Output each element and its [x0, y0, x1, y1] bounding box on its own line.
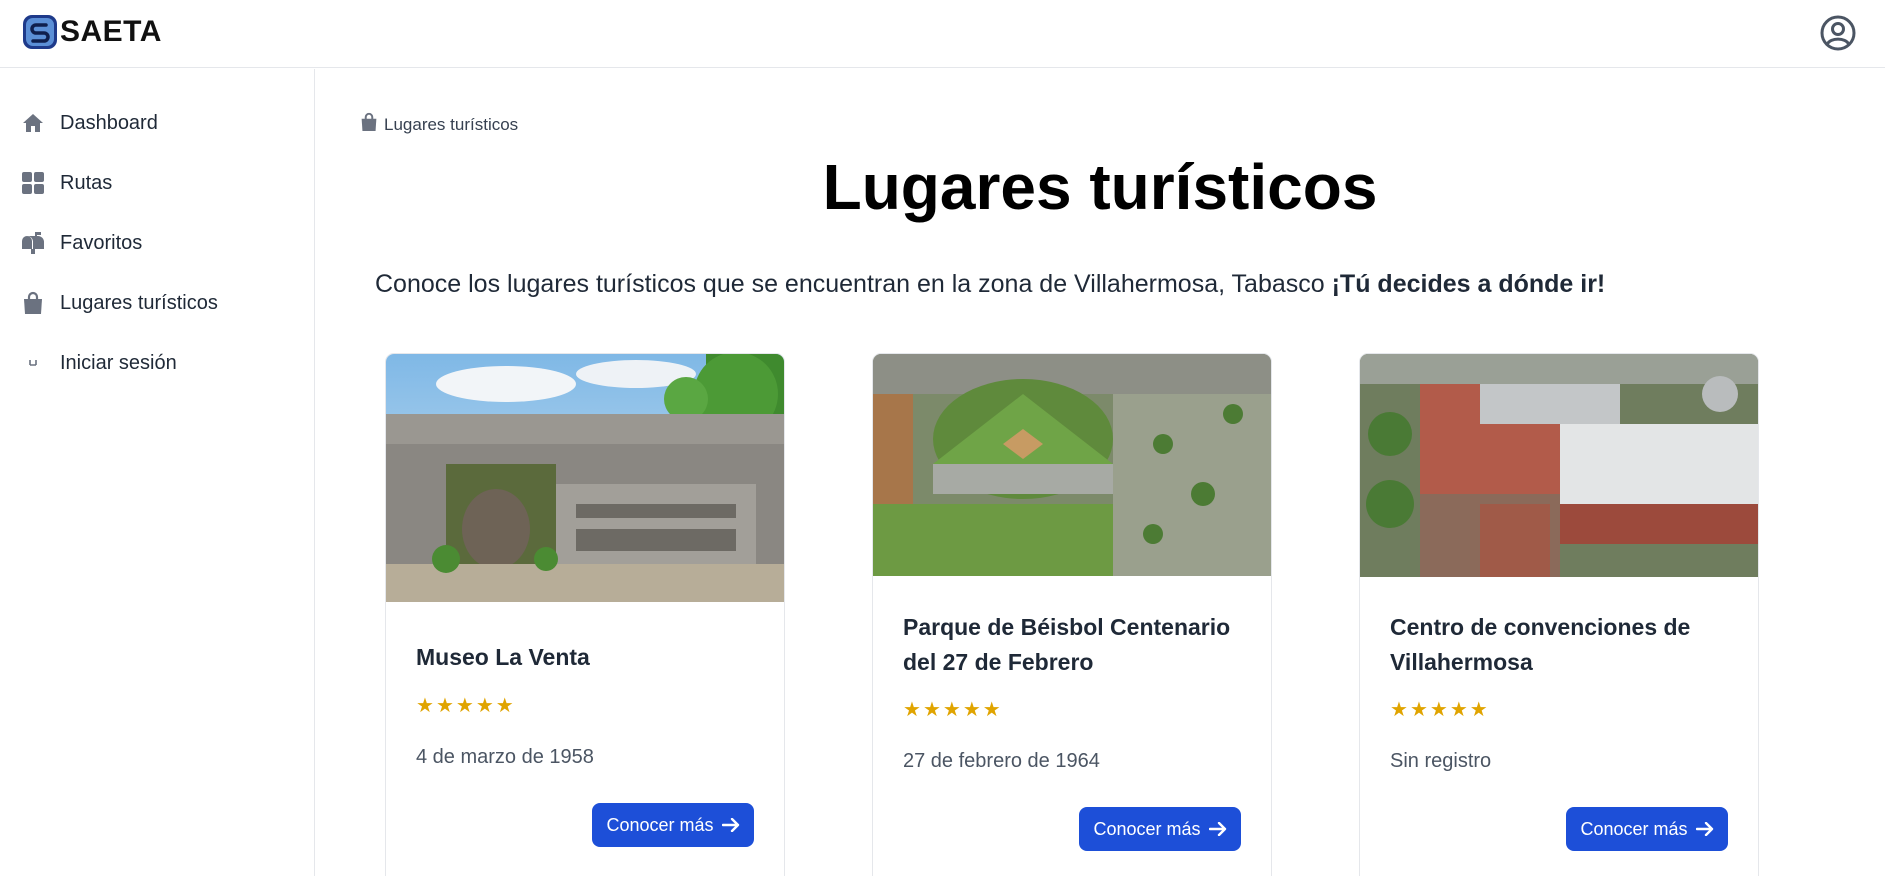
home-icon — [20, 110, 46, 136]
sidebar-item-label: Rutas — [60, 171, 113, 194]
intro-emphasis: ¡Tú decides a dónde ir! — [1331, 270, 1606, 298]
rating-stars: ★ ★ ★ ★ ★ — [416, 696, 514, 716]
page-title: Lugares turísticos — [822, 151, 1378, 223]
shopping-bag-icon — [360, 112, 378, 137]
intro-text-body: Conoce los lugares turísticos que se enc… — [375, 270, 1332, 298]
card-title: Museo La Venta — [416, 644, 590, 670]
sidebar-item-label: Iniciar sesión — [60, 351, 177, 374]
sidebar-item-favoritos[interactable]: Favoritos — [20, 223, 290, 263]
star-icon: ★ — [922, 699, 941, 721]
shopping-bag-icon — [20, 290, 46, 316]
card-image-museo-la-venta[interactable] — [386, 354, 784, 602]
sidebar-item-lugares-turisticos[interactable]: Lugares turísticos — [20, 283, 290, 323]
star-icon: ★ — [1409, 699, 1428, 721]
arrow-right-icon — [721, 818, 739, 832]
login-icon — [20, 350, 46, 376]
star-icon: ★ — [982, 699, 1001, 721]
rating-stars: ★ ★ ★ ★ ★ — [1390, 700, 1488, 720]
star-icon: ★ — [1429, 699, 1448, 721]
brand[interactable]: SAETA — [22, 14, 162, 50]
sidebar-item-rutas[interactable]: Rutas — [20, 163, 290, 203]
sidebar-item-label: Favoritos — [60, 231, 143, 254]
star-icon: ★ — [903, 699, 921, 721]
place-card[interactable]: Museo La Venta ★ ★ ★ ★ ★ 4 de marzo de 1958 … — [385, 353, 785, 876]
star-icon: ★ — [942, 699, 961, 721]
grid-icon — [20, 170, 46, 196]
button-label: Conocer más — [606, 814, 714, 835]
card-date: 4 de marzo de 1958 — [416, 746, 594, 768]
card-title: Centro de convenciones de Villahermosa — [1390, 614, 1691, 675]
brand-name: SAETA — [60, 15, 162, 48]
conocer-mas-button[interactable]: Conocer más — [592, 803, 754, 847]
sidebar-item-dashboard[interactable]: Dashboard — [20, 103, 290, 143]
star-icon: ★ — [475, 695, 494, 717]
user-circle-icon[interactable] — [1819, 14, 1857, 52]
star-icon: ★ — [455, 695, 474, 717]
rating-stars: ★ ★ ★ ★ ★ — [903, 700, 1001, 720]
breadcrumb-label[interactable]: Lugares turísticos — [384, 115, 518, 135]
button-label: Conocer más — [1093, 818, 1201, 839]
top-bar: SAETA — [0, 0, 1885, 68]
star-icon: ★ — [962, 699, 981, 721]
star-icon: ★ — [1449, 699, 1468, 721]
star-icon: ★ — [416, 695, 434, 717]
mailbox-icon — [20, 230, 46, 256]
arrow-right-icon — [1695, 822, 1713, 836]
card-date: Sin registro — [1390, 750, 1492, 772]
card-date: 27 de febrero de 1964 — [903, 750, 1100, 772]
place-card[interactable]: Centro de convenciones de Villahermosa ★… — [1359, 353, 1759, 876]
place-card[interactable]: Parque de Béisbol Centenario del 27 de F… — [872, 353, 1272, 876]
star-icon: ★ — [435, 695, 454, 717]
intro-text: Conoce los lugares turísticos que se enc… — [375, 270, 1605, 299]
conocer-mas-button[interactable]: Conocer más — [1079, 807, 1241, 851]
card-image-centro-convenciones[interactable] — [1360, 354, 1758, 577]
sidebar-item-label: Dashboard — [60, 111, 158, 134]
card-title: Parque de Béisbol Centenario del 27 de F… — [903, 614, 1231, 675]
star-icon: ★ — [495, 695, 514, 717]
sidebar-item-iniciar-sesion[interactable]: Iniciar sesión — [20, 343, 290, 383]
saeta-logo-icon — [23, 15, 57, 49]
star-icon: ★ — [1390, 699, 1408, 721]
card-image-parque-beisbol[interactable] — [873, 354, 1271, 576]
button-label: Conocer más — [1580, 818, 1688, 839]
star-icon: ★ — [1469, 699, 1488, 721]
arrow-right-icon — [1208, 822, 1226, 836]
sidebar-item-label: Lugares turísticos — [60, 291, 218, 314]
conocer-mas-button[interactable]: Conocer más — [1566, 807, 1728, 851]
sidebar: Dashboard Rutas Favoritos Lugares turíst… — [0, 69, 315, 876]
breadcrumb: Lugares turísticos — [360, 112, 518, 137]
